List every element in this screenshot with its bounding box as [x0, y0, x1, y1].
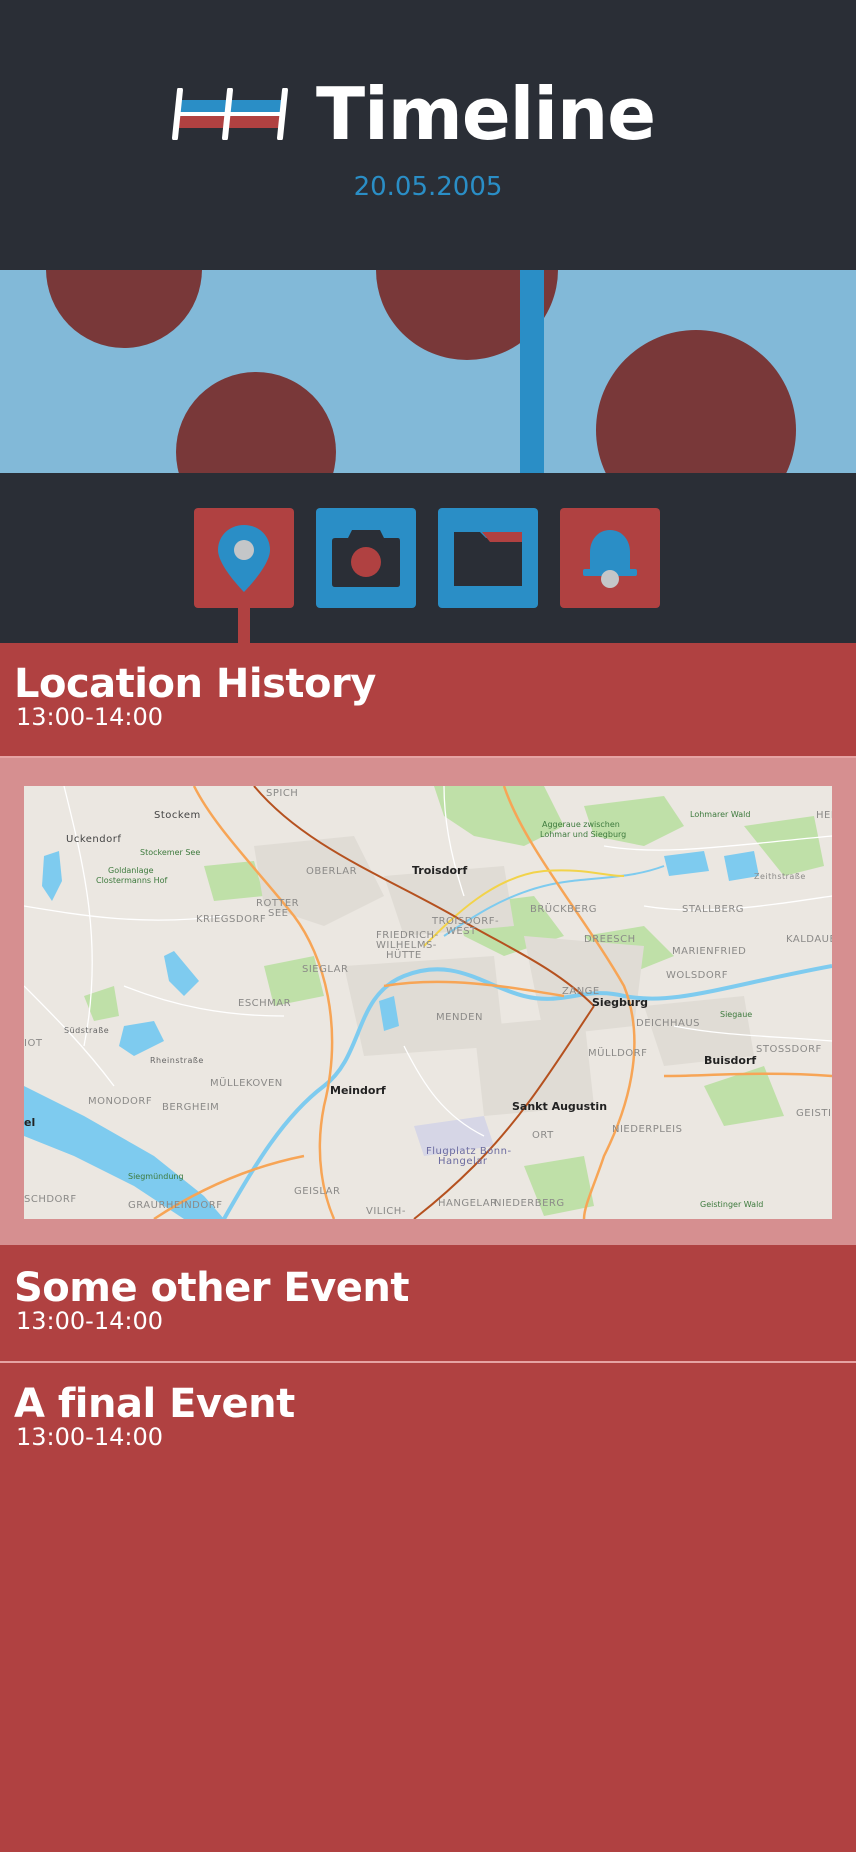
- decorative-banner: [0, 270, 856, 473]
- map-label: STOSSDORF: [756, 1044, 822, 1055]
- map-label: Hangelar: [438, 1156, 488, 1167]
- timeline-date: 20.05.2005: [353, 172, 503, 202]
- event-title: A final Event: [14, 1381, 295, 1427]
- map-label: GEISTINGEN: [796, 1108, 832, 1119]
- banner-circle: [46, 270, 202, 348]
- map-label: SEE: [268, 908, 289, 919]
- bell-icon: [583, 530, 637, 588]
- map-label: Siegmündung: [128, 1172, 184, 1181]
- map-label: MONODORF: [88, 1096, 153, 1107]
- map-label: Sankt Augustin: [512, 1100, 608, 1113]
- map-label: Siegburg: [592, 996, 649, 1009]
- location-map-panel: SPICH Stockem Uckendorf Stockemer See Go…: [0, 758, 856, 1245]
- event-item[interactable]: A final Event 13:00-14:00: [0, 1363, 856, 1852]
- map-label: DEICHHAUS: [636, 1018, 700, 1029]
- map-label: GEISLAR: [294, 1186, 341, 1197]
- map-label: KRIEGSDORF: [196, 914, 267, 925]
- timeline-logo-icon: [172, 88, 288, 140]
- app-header: Timeline 20.05.2005: [0, 0, 856, 270]
- map-label: SIEGLAR: [302, 964, 349, 975]
- map-label: MÜLLDORF: [588, 1048, 648, 1059]
- map-label: ESCHMAR: [238, 998, 292, 1009]
- location-button[interactable]: [194, 508, 294, 608]
- map-label: Stockemer See: [140, 848, 201, 857]
- map-label: DREESCH: [584, 934, 636, 945]
- map-label: WEST: [446, 926, 477, 937]
- map-label: el: [24, 1116, 36, 1129]
- map-label: Clostermanns Hof: [96, 876, 168, 885]
- map-label: IOT: [24, 1038, 43, 1049]
- location-pin-icon: [218, 525, 270, 592]
- event-type-toolbar: [0, 473, 856, 643]
- event-title: Some other Event: [14, 1265, 410, 1311]
- camera-icon: [332, 530, 400, 587]
- folder-icon: [454, 532, 522, 586]
- active-tool-indicator: [238, 608, 250, 643]
- map-label: Lohmar und Siegburg: [540, 830, 627, 839]
- map-label: HANGELAR: [438, 1198, 498, 1209]
- map-label: HEI: [816, 810, 832, 821]
- map-label: GRAURHEINDORF: [128, 1200, 223, 1211]
- map-label: BRÜCKBERG: [530, 904, 598, 915]
- map-label: Siegaue: [720, 1010, 753, 1019]
- map-label: Südstraße: [64, 1026, 110, 1035]
- page-title: Timeline: [316, 72, 656, 156]
- camera-button[interactable]: [316, 508, 416, 608]
- map-label: WOLSDORF: [666, 970, 728, 981]
- map-label: KALDAUEN: [786, 934, 832, 945]
- event-title: Location History: [14, 661, 376, 707]
- map-label: NIEDERPLEIS: [612, 1124, 683, 1135]
- event-item[interactable]: Location History 13:00-14:00: [0, 643, 856, 758]
- map-label: SCHDORF: [24, 1194, 77, 1205]
- map-label: ORT: [532, 1130, 554, 1141]
- map-label: Stockem: [154, 810, 201, 821]
- event-time: 13:00-14:00: [16, 703, 163, 731]
- map-label: Uckendorf: [66, 834, 122, 845]
- map-label: BERGHEIM: [162, 1102, 220, 1113]
- map-label: Lohmarer Wald: [690, 810, 751, 819]
- map-label: MARIENFRIED: [672, 946, 747, 957]
- map-label: Zeithstraße: [754, 872, 806, 881]
- folder-button[interactable]: [438, 508, 538, 608]
- event-time: 13:00-14:00: [16, 1423, 163, 1451]
- timeline-bar: [520, 270, 544, 473]
- bell-button[interactable]: [560, 508, 660, 608]
- event-item[interactable]: Some other Event 13:00-14:00: [0, 1245, 856, 1362]
- map-label: Geistinger Wald: [700, 1200, 764, 1209]
- map-label: VILICH-: [366, 1206, 406, 1217]
- banner-circle: [176, 372, 336, 473]
- map-label: OBERLAR: [306, 866, 358, 877]
- map-label: HÜTTE: [386, 950, 422, 961]
- map-label: NIEDERBERG: [494, 1198, 565, 1209]
- map-label: Rheinstraße: [150, 1056, 204, 1065]
- location-map[interactable]: SPICH Stockem Uckendorf Stockemer See Go…: [24, 786, 832, 1219]
- map-label: SPICH: [266, 788, 299, 799]
- map-label: Goldanlage: [108, 866, 154, 875]
- event-time: 13:00-14:00: [16, 1307, 163, 1335]
- map-label: MÜLLEKOVEN: [210, 1078, 283, 1089]
- map-label: Troisdorf: [412, 864, 468, 877]
- map-label: Aggeraue zwischen: [542, 820, 620, 829]
- map-label: MENDEN: [436, 1012, 483, 1023]
- map-label: Buisdorf: [704, 1054, 757, 1067]
- map-label: Meindorf: [330, 1084, 386, 1097]
- map-label: STALLBERG: [682, 904, 745, 915]
- banner-circle: [596, 330, 796, 473]
